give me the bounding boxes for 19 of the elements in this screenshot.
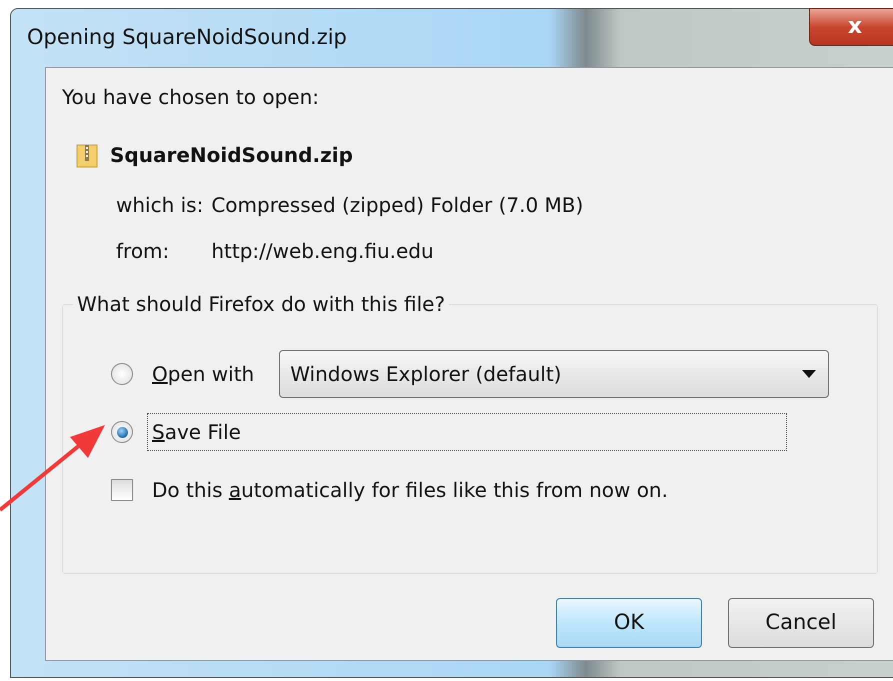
option-label[interactable]: Open with [147, 355, 260, 393]
detail-label: from: [116, 238, 170, 265]
zip-folder-icon [76, 142, 98, 168]
file-name: SquareNoidSound.zip [110, 142, 353, 169]
detail-value: Compressed (zipped) Folder (7.0 MB) [211, 192, 584, 219]
app-dropdown[interactable]: Windows Explorer (default) [279, 350, 830, 398]
close-button[interactable]: x [809, 8, 893, 46]
checkbox[interactable] [111, 479, 133, 501]
intro-text: You have chosen to open: [62, 84, 320, 111]
radio-button[interactable] [111, 363, 133, 385]
dialog-button[interactable]: Cancel [728, 598, 874, 648]
option-label[interactable]: Save File [147, 413, 787, 451]
detail-label: which is: [116, 192, 204, 219]
checkbox-label[interactable]: Do this automatically for files like this from now on. [147, 471, 673, 509]
detail-value: http://web.eng.fiu.edu [211, 238, 435, 265]
dialog-button[interactable]: OK [556, 598, 702, 648]
radio-button[interactable] [111, 421, 133, 443]
window-title: Opening SquareNoidSound.zip [27, 24, 347, 52]
caret-icon [802, 370, 816, 378]
